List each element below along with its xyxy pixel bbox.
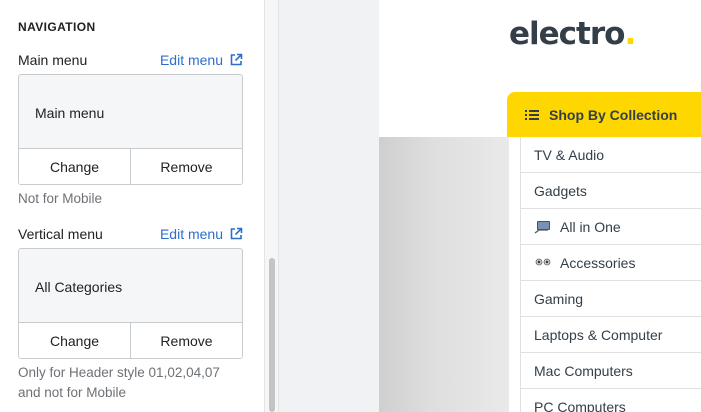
computer-icon <box>534 220 550 234</box>
main-menu-setting: Main menu Edit menu Main menu Change Rem… <box>18 52 243 206</box>
category-label: Gaming <box>534 290 584 307</box>
vertical-menu-remove-button[interactable]: Remove <box>131 322 242 358</box>
main-menu-edit-link[interactable]: Edit menu <box>160 52 243 68</box>
vertical-menu-edit-link[interactable]: Edit menu <box>160 226 243 242</box>
section-title: NAVIGATION <box>18 20 96 34</box>
category-label: All in One <box>560 218 621 235</box>
hero-image <box>379 137 509 412</box>
vertical-menu-value: All Categories <box>35 279 123 295</box>
main-menu-label: Main menu <box>18 52 88 68</box>
category-label: PC Computers <box>534 398 626 412</box>
main-menu-value: Main menu <box>35 105 105 121</box>
category-item-pc-computers[interactable]: PC Computers <box>521 389 701 412</box>
preview-backdrop <box>279 0 379 412</box>
edit-link-text: Edit menu <box>159 52 223 68</box>
vertical-menu-change-button[interactable]: Change <box>19 322 131 358</box>
store-preview: electro. Shop By Collection TV & Audio G… <box>379 0 701 412</box>
vertical-menu-setting: Vertical menu Edit menu All Categories C… <box>18 226 243 400</box>
category-list: TV & Audio Gadgets All in One Accessorie… <box>520 137 701 412</box>
category-item-gaming[interactable]: Gaming <box>521 281 701 317</box>
main-menu-help: Not for Mobile <box>18 191 103 206</box>
collection-label: Shop By Collection <box>549 106 678 123</box>
shop-by-collection-button[interactable]: Shop By Collection <box>507 92 701 137</box>
category-label: Mac Computers <box>534 362 633 379</box>
vertical-menu-picker: All Categories Change Remove <box>18 248 243 359</box>
vertical-menu-help-line2: and not for Mobile <box>18 385 127 400</box>
main-menu-picker: Main menu Change Remove <box>18 74 243 185</box>
category-label: Gadgets <box>534 182 587 199</box>
vertical-menu-actions: Change Remove <box>19 322 242 358</box>
scrollbar-thumb[interactable] <box>269 258 275 412</box>
main-menu-change-button[interactable]: Change <box>19 148 131 184</box>
category-item-accessories[interactable]: Accessories <box>521 245 701 281</box>
main-menu-actions: Change Remove <box>19 148 242 184</box>
category-item-laptops-computer[interactable]: Laptops & Computer <box>521 317 701 353</box>
category-label: Laptops & Computer <box>534 326 663 343</box>
settings-scrollbar[interactable] <box>264 0 279 412</box>
logo-text: electro <box>509 16 625 52</box>
category-item-gadgets[interactable]: Gadgets <box>521 173 701 209</box>
theme-settings-panel: NAVIGATION Main menu Edit menu Main menu… <box>0 0 264 412</box>
store-logo[interactable]: electro. <box>509 16 636 52</box>
category-item-all-in-one[interactable]: All in One <box>521 209 701 245</box>
earbuds-icon <box>535 258 551 265</box>
list-icon <box>525 109 539 120</box>
category-item-tv-audio[interactable]: TV & Audio <box>521 137 701 173</box>
external-link-icon <box>230 227 243 240</box>
edit-link-text: Edit menu <box>159 226 223 242</box>
category-label: Accessories <box>560 254 636 271</box>
external-link-icon <box>230 53 243 66</box>
logo-dot: . <box>624 16 636 52</box>
vertical-menu-header: Vertical menu Edit menu <box>18 226 243 246</box>
vertical-menu-help-line1: Only for Header style 01,02,04,07 <box>18 365 220 380</box>
main-menu-header: Main menu Edit menu <box>18 52 243 72</box>
main-menu-remove-button[interactable]: Remove <box>131 148 242 184</box>
category-item-mac-computers[interactable]: Mac Computers <box>521 353 701 389</box>
vertical-menu-label: Vertical menu <box>18 226 103 242</box>
category-label: TV & Audio <box>534 146 605 163</box>
